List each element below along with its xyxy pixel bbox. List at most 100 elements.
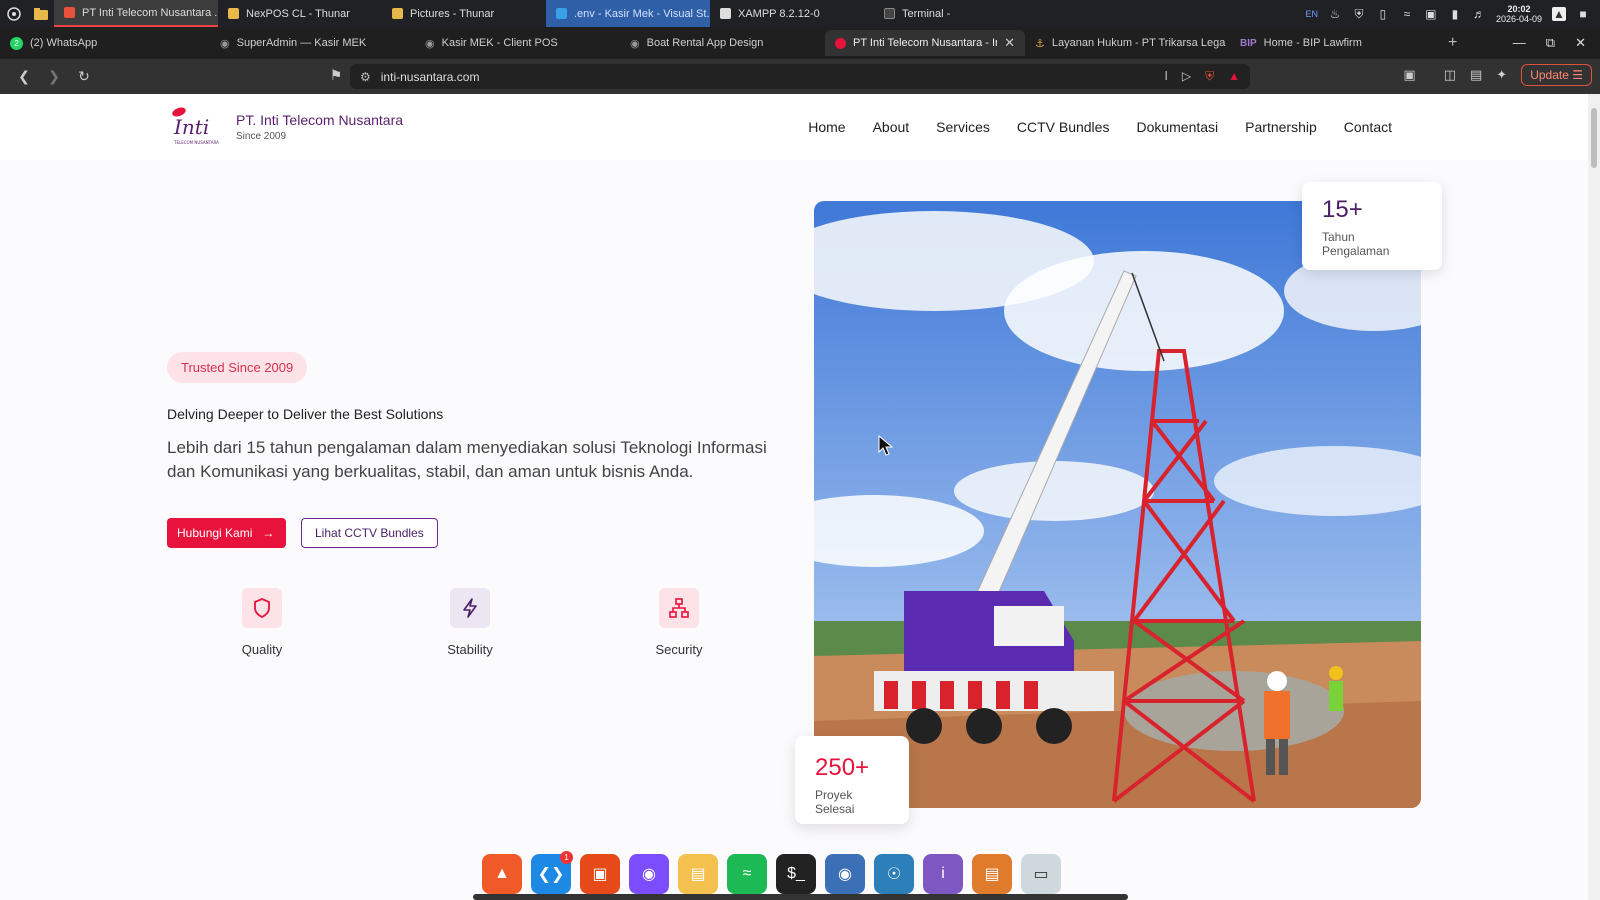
tab-label: (2) WhatsApp (30, 37, 98, 49)
bell-icon[interactable]: ♨ (1328, 7, 1342, 21)
contact-button-label: Hubungi Kami (177, 526, 253, 540)
feature-label: Quality (241, 642, 283, 657)
keyboard-layout[interactable]: EN (1305, 9, 1318, 19)
folder-icon (392, 8, 403, 19)
translate-icon[interactable]: ا (1165, 69, 1168, 84)
info-icon[interactable]: i (923, 854, 963, 894)
task-label: NexPOS CL - Thunar (246, 7, 350, 20)
page-scrollbar[interactable] (1588, 94, 1600, 900)
tab-whatsapp[interactable]: 2 (2) WhatsApp (0, 30, 210, 56)
url-field[interactable]: ⚙ inti-nusantara.com ا ▷ ⛨ ▲ (350, 64, 1250, 89)
update-button[interactable]: Update ☰ (1521, 64, 1592, 86)
wallet-icon[interactable]: ▤ (1470, 67, 1482, 83)
battery-icon[interactable]: ▮ (1448, 7, 1462, 21)
terminal-icon (884, 8, 895, 19)
terminal-icon[interactable]: $_ (776, 854, 816, 894)
nav-services[interactable]: Services (936, 119, 990, 135)
reload-icon[interactable]: ↻ (72, 68, 96, 85)
tab-superadmin[interactable]: ◉ SuperAdmin — Kasir MEK (210, 30, 415, 56)
document-viewer-icon[interactable]: ▤ (972, 854, 1012, 894)
brave-shield-icon[interactable]: ⛨ (1205, 69, 1214, 84)
task-browser[interactable]: PT Inti Telecom Nusantara ... (54, 0, 218, 27)
office-icon[interactable]: ▣ (580, 854, 620, 894)
task-thunar-nexpos[interactable]: NexPOS CL - Thunar (218, 0, 382, 27)
tab-bip-lawfirm[interactable]: BIP Home - BIP Lawfirm (1230, 30, 1430, 56)
volume-icon[interactable]: ♬ (1472, 7, 1486, 21)
tab-label: Kasir MEK - Client POS (441, 37, 558, 49)
back-icon[interactable]: ❮ (12, 68, 36, 85)
shield-icon[interactable]: ⛨ (1352, 7, 1366, 21)
brave-icon[interactable]: ▲ (482, 854, 522, 894)
hero-image (814, 201, 1421, 808)
folder-icon[interactable] (27, 0, 54, 27)
task-label: XAMPP 8.2.12-0 (738, 7, 820, 20)
stat-experience-label: Tahun Pengalaman (1322, 230, 1390, 258)
window-icon (720, 8, 731, 19)
bolt-icon (450, 588, 490, 628)
cpu-icon[interactable]: ▣ (1424, 7, 1438, 21)
dock-shelf (473, 894, 1128, 900)
task-xampp[interactable]: XAMPP 8.2.12-0 (710, 0, 874, 27)
task-vscode[interactable]: .env - Kasir Mek - Visual St... (546, 0, 710, 27)
globe-icon: ◉ (220, 37, 230, 50)
minimize-icon[interactable]: — (1513, 35, 1526, 51)
send-icon[interactable]: ▷ (1182, 69, 1191, 84)
scroll-thumb[interactable] (1591, 108, 1597, 168)
globe-icon: ◉ (425, 37, 435, 50)
user-icon[interactable]: ▲ (1552, 6, 1566, 21)
tab-inti-telecom[interactable]: PT Inti Telecom Nusantara - In ✕ (825, 30, 1025, 56)
nav-dokumentasi[interactable]: Dokumentasi (1136, 119, 1218, 135)
nav-home[interactable]: Home (808, 119, 845, 135)
tab-label: SuperAdmin — Kasir MEK (236, 37, 367, 49)
files-icon[interactable]: ▤ (678, 854, 718, 894)
spotify-icon[interactable]: ≈ (727, 854, 767, 894)
clipboard-icon[interactable]: ▯ (1376, 7, 1390, 21)
stat-experience-value: 15+ (1322, 196, 1363, 223)
browser-tab-strip: 2 (2) WhatsApp ◉ SuperAdmin — Kasir MEK … (0, 27, 1600, 59)
screenshot-icon[interactable]: ◉ (825, 854, 865, 894)
site-logo[interactable]: Inti TELECOM NUSANTARA (170, 106, 226, 148)
close-tab-icon[interactable]: ✕ (1004, 35, 1015, 51)
nav-cctv-bundles[interactable]: CCTV Bundles (1017, 119, 1110, 135)
trusted-badge: Trusted Since 2009 (167, 352, 308, 383)
system-taskbar: PT Inti Telecom Nusantara ... NexPOS CL … (0, 0, 1600, 27)
clock-date: 2026-04-09 (1495, 13, 1542, 24)
menu-icon[interactable] (0, 0, 27, 27)
task-terminal[interactable]: Terminal - (874, 0, 1038, 27)
cctv-button-label: Lihat CCTV Bundles (315, 526, 424, 540)
brave-icon (64, 7, 75, 18)
contact-button[interactable]: Hubungi Kami → (167, 518, 287, 548)
screenshot-icon[interactable]: ▣ (1403, 67, 1415, 83)
bookmark-icon[interactable]: ⚑ (324, 67, 348, 84)
url-text: inti-nusantara.com (380, 69, 480, 84)
nav-partnership[interactable]: Partnership (1245, 119, 1317, 135)
maximize-icon[interactable]: ⧉ (1546, 35, 1555, 51)
tab-kasir-client[interactable]: ◉ Kasir MEK - Client POS (415, 30, 620, 56)
logo-text: Inti (173, 115, 209, 139)
wifi-icon[interactable]: ≈ (1400, 7, 1414, 21)
main-nav: Home About Services CCTV Bundles Dokumen… (808, 119, 1392, 135)
anchor-icon: ⚓ (1035, 37, 1045, 50)
new-tab-button[interactable]: + (1430, 34, 1475, 52)
cctv-bundles-button[interactable]: Lihat CCTV Bundles (301, 518, 438, 548)
web-browser-icon[interactable]: ☉ (874, 854, 914, 894)
clock[interactable]: 20:02 2026-04-09 (1496, 4, 1542, 24)
sidebar-icon[interactable]: ◫ (1444, 67, 1456, 83)
window-icon[interactable]: ▭ (1021, 854, 1061, 894)
session-icon[interactable]: ■ (1576, 7, 1590, 21)
web-page: Inti TELECOM NUSANTARA PT. Inti Telecom … (0, 94, 1588, 900)
site-settings-icon[interactable]: ⚙ (360, 70, 371, 84)
brand-name: PT. Inti Telecom Nusantara (236, 112, 404, 128)
tab-boat-rental[interactable]: ◉ Boat Rental App Design (620, 30, 825, 56)
task-thunar-pictures[interactable]: Pictures - Thunar (382, 0, 546, 27)
leo-ai-icon[interactable]: ✦ (1496, 67, 1507, 83)
tab-trikarsa[interactable]: ⚓ Layanan Hukum - PT Trikarsa Lega (1025, 30, 1230, 56)
tab-label: Home - BIP Lawfirm (1263, 37, 1362, 49)
vscode-icon[interactable]: ❮❯ 1 (531, 851, 573, 894)
forward-icon[interactable]: ❯ (42, 68, 66, 85)
github-desktop-icon[interactable]: ◉ (629, 854, 669, 894)
nav-about[interactable]: About (873, 119, 910, 135)
nav-contact[interactable]: Contact (1344, 119, 1392, 135)
brave-rewards-icon[interactable]: ▲ (1228, 69, 1240, 84)
close-window-icon[interactable]: ✕ (1575, 35, 1586, 51)
